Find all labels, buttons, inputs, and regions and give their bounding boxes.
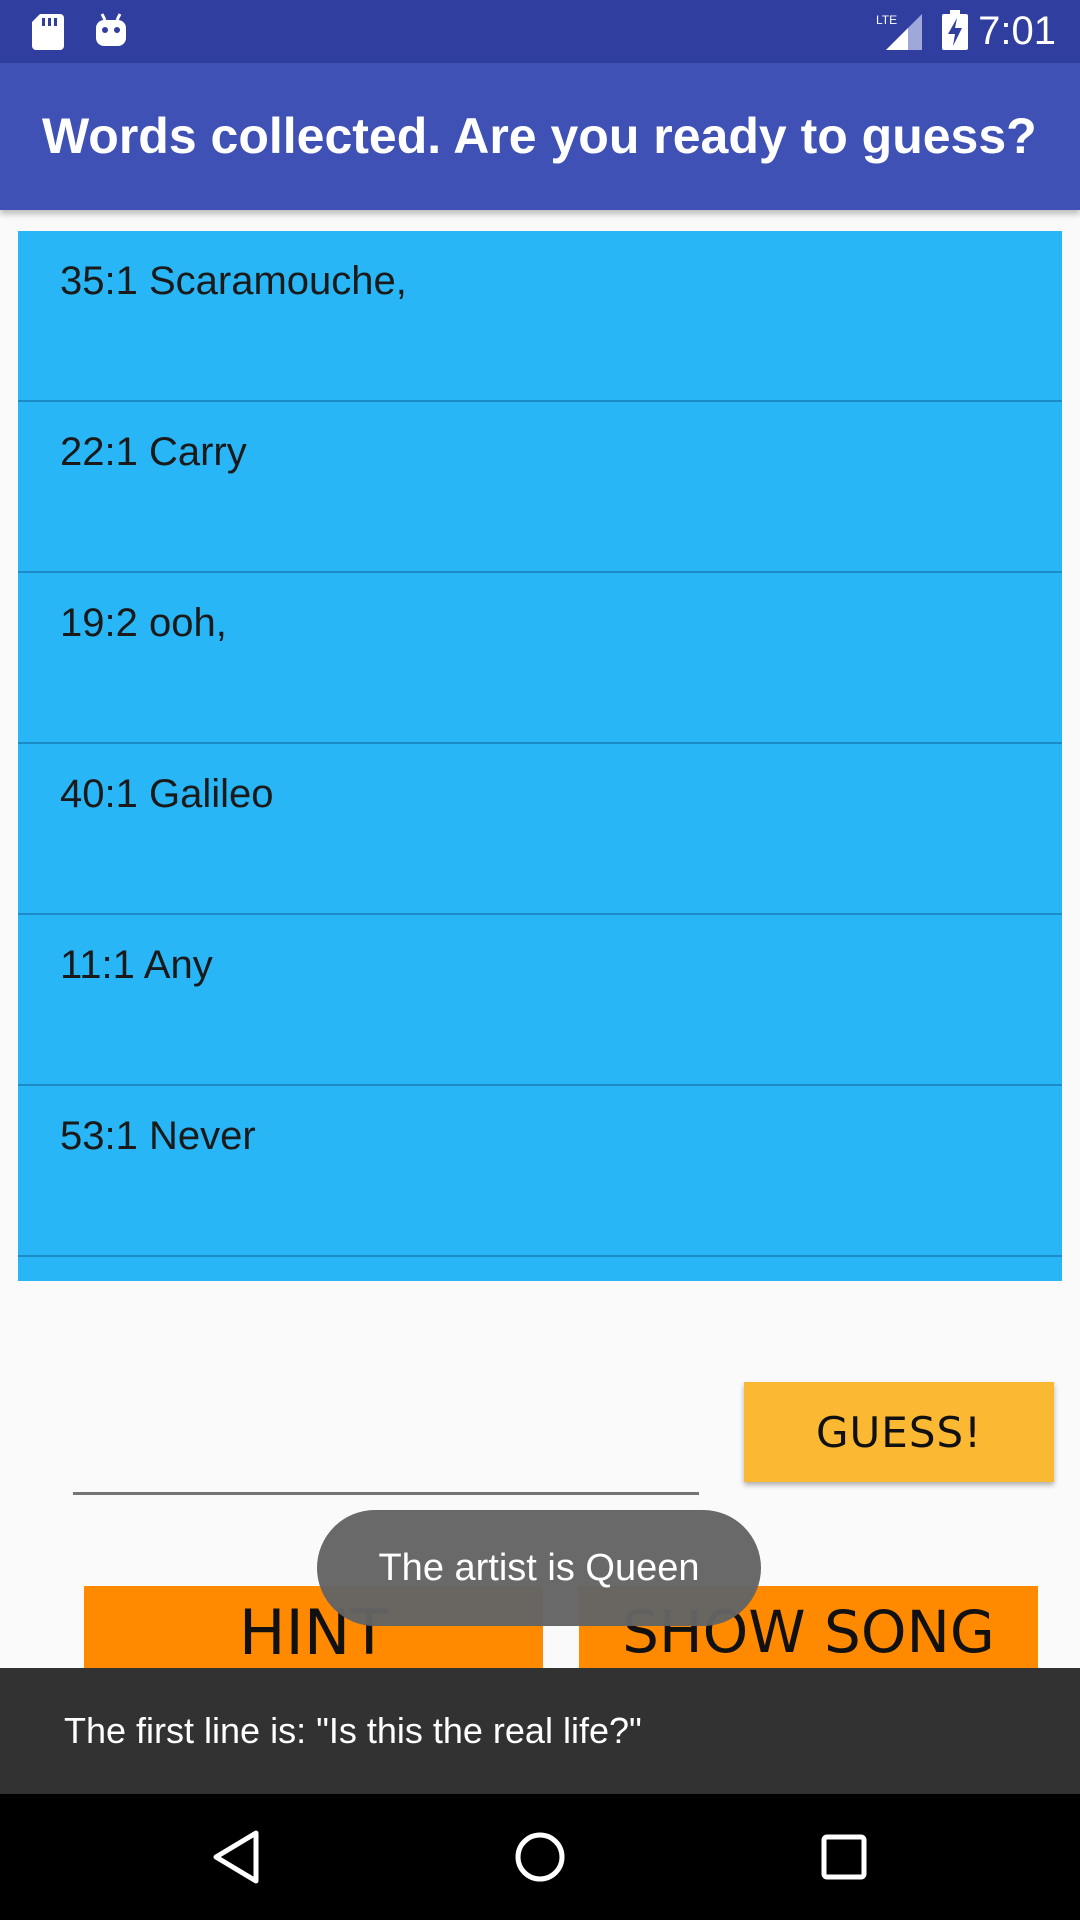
list-item-text: 53:1 Never <box>60 1114 256 1158</box>
list-item-text: 22:1 Carry <box>60 430 247 474</box>
list-item[interactable]: 11:1 Any <box>18 915 1062 1086</box>
guess-button[interactable]: GUESS! <box>744 1382 1054 1482</box>
back-icon[interactable] <box>210 1829 262 1890</box>
battery-charging-icon <box>942 10 968 55</box>
snackbar: The first line is: "Is this the real lif… <box>0 1668 1080 1794</box>
list-item[interactable]: 53:1 Never <box>18 1086 1062 1257</box>
word-list[interactable]: 35:1 Scaramouche, 22:1 Carry 19:2 ooh, 4… <box>18 231 1062 1281</box>
snackbar-text: The first line is: "Is this the real lif… <box>64 1710 642 1751</box>
recents-icon[interactable] <box>820 1829 868 1890</box>
list-item[interactable]: 19:2 ooh, <box>18 573 1062 744</box>
list-item-text: 35:1 Scaramouche, <box>60 259 407 303</box>
list-item[interactable]: 22:1 Carry <box>18 402 1062 573</box>
list-item-text: 19:2 ooh, <box>60 601 227 645</box>
list-item-text: 11:1 Any <box>60 943 213 987</box>
app-bar: Words collected. Are you ready to guess? <box>0 63 1080 210</box>
toast-text: The artist is Queen <box>378 1546 700 1589</box>
sd-card-icon <box>32 14 64 55</box>
status-bar: LTE 7:01 <box>0 0 1080 63</box>
page-title: Words collected. Are you ready to guess? <box>42 108 1037 164</box>
list-item[interactable]: 35:1 Scaramouche, <box>18 231 1062 402</box>
signal-icon: LTE <box>876 12 924 55</box>
toast-message: The artist is Queen <box>317 1510 761 1626</box>
home-icon[interactable] <box>512 1829 568 1890</box>
navigation-bar <box>0 1794 1080 1920</box>
status-clock: 7:01 <box>978 9 1056 53</box>
android-icon <box>94 12 128 53</box>
list-item-text: 40:1 Galileo <box>60 772 274 816</box>
list-item[interactable]: 40:1 Galileo <box>18 744 1062 915</box>
network-type-label: LTE <box>876 13 897 27</box>
guess-input[interactable] <box>73 1440 699 1495</box>
